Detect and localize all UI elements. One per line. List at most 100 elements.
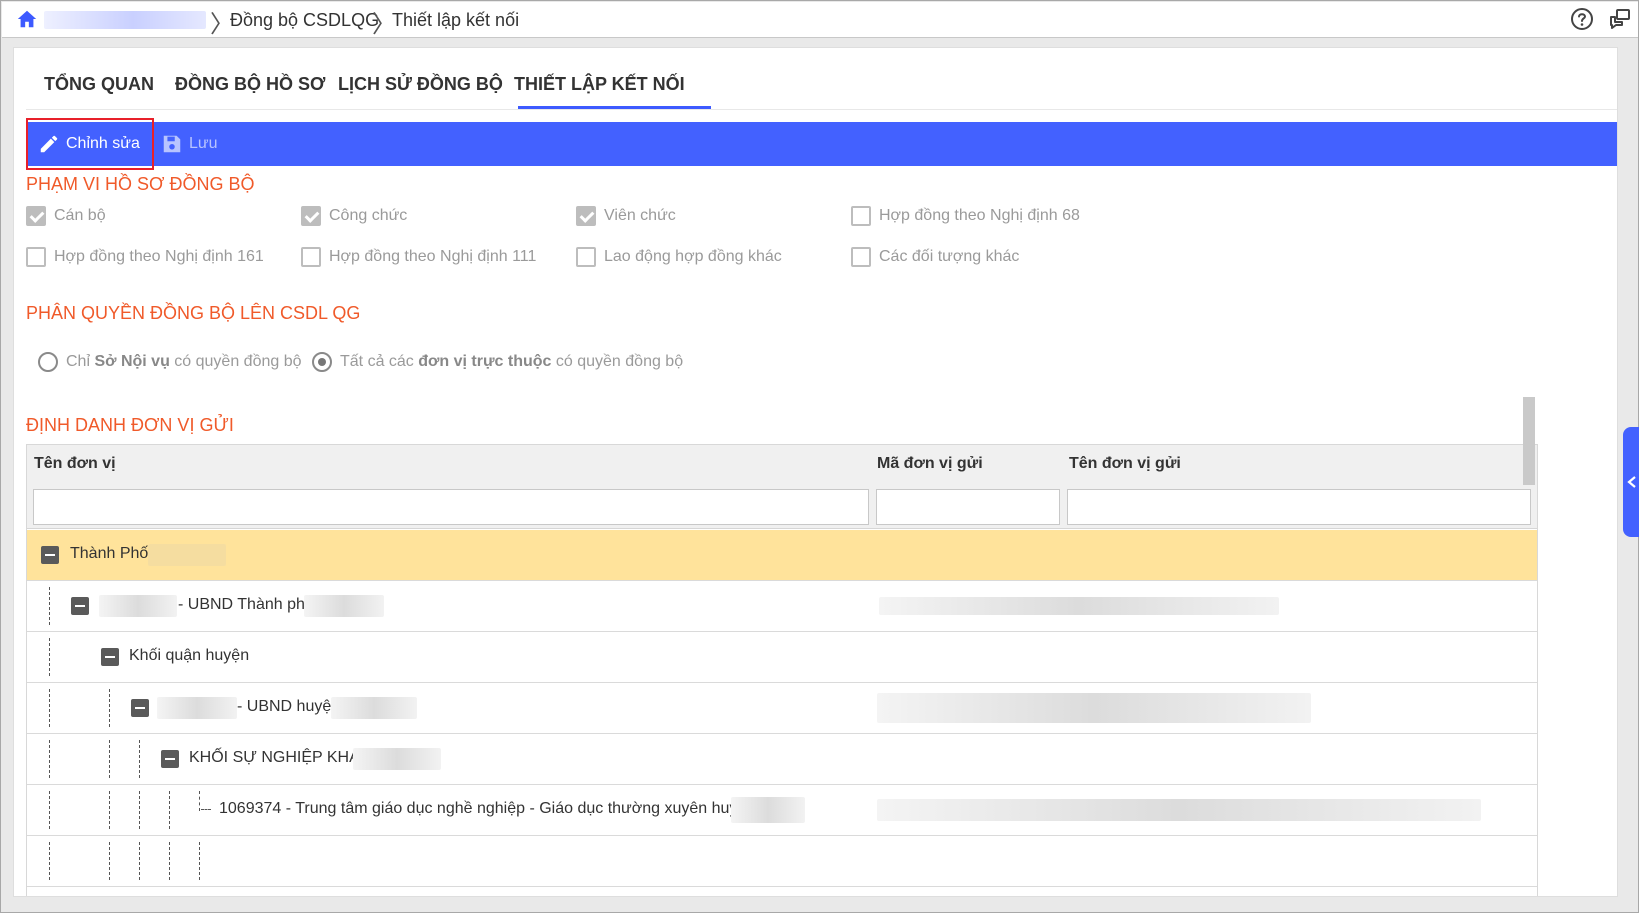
filter-unit-name-input[interactable] [33, 489, 869, 525]
checkbox-ld-hd-khac[interactable]: Lao động hợp đồng khác [576, 247, 782, 267]
column-header-sender-name[interactable]: Tên đơn vị gửi [1069, 455, 1181, 473]
redacted-text [877, 799, 1481, 821]
checkbox-cong-chuc[interactable]: Công chức [301, 206, 407, 226]
checkbox-unchecked-icon [576, 247, 596, 267]
checkbox-label: Công chức [329, 207, 408, 224]
row-label: Thành Phố [70, 545, 149, 562]
tree-guide [139, 842, 140, 880]
collapse-icon[interactable] [101, 648, 119, 666]
checkbox-label: Hợp đồng theo Nghị định 161 [54, 248, 264, 265]
checkbox-label: Các đối tượng khác [879, 248, 1020, 265]
table-row[interactable]: Khối quận huyện [27, 632, 1537, 683]
tree-leaf-connector [201, 809, 211, 810]
collapse-icon[interactable] [131, 699, 149, 717]
breadcrumb-redacted[interactable] [44, 11, 206, 29]
column-header-unit-name[interactable]: Tên đơn vị [34, 455, 116, 473]
radio-don-vi-truc-thuoc[interactable]: Tất cả các đơn vị trực thuộc có quyền đồ… [312, 352, 683, 372]
collapse-icon[interactable] [71, 597, 89, 615]
breadcrumb-item-sync[interactable]: Đồng bộ CSDLQG [230, 10, 379, 31]
permission-section-title: PHÂN QUYỀN ĐỒNG BỘ LÊN CSDL QG [26, 303, 361, 323]
redacted-text [877, 693, 1311, 723]
redacted-text [148, 544, 226, 566]
table-row[interactable]: - UBND huyện [27, 683, 1537, 734]
sender-section-title: ĐỊNH DANH ĐƠN VỊ GỬI [26, 415, 234, 435]
radio-label: Chỉ Sở Nội vụ có quyền đồng bộ [66, 353, 302, 370]
table-header: Tên đơn vị Mã đơn vị gửi Tên đơn vị gửi [27, 445, 1537, 529]
breadcrumb: 〉 Đồng bộ CSDLQG 〉 Thiết lập kết nối [2, 2, 1638, 38]
column-header-sender-code[interactable]: Mã đơn vị gửi [877, 455, 983, 473]
tree-guide [169, 842, 170, 880]
tree-guide [169, 791, 170, 829]
radio-unselected-icon [38, 352, 58, 372]
table-row[interactable]: 1069374 - Trung tâm giáo dục nghề nghiệp… [27, 785, 1537, 836]
tab-sync-history[interactable]: LỊCH SỬ ĐỒNG BỘ [338, 74, 503, 95]
table-scrollbar[interactable] [1523, 397, 1535, 485]
checkbox-hd-nd111[interactable]: Hợp đồng theo Nghị định 111 [301, 247, 536, 267]
tree-guide [49, 842, 50, 880]
filter-sender-code-input[interactable] [876, 489, 1060, 525]
redacted-text [331, 697, 417, 719]
tab-connection-setup[interactable]: THIẾT LẬP KẾT NỐI [514, 74, 685, 95]
sender-tree-table: Tên đơn vị Mã đơn vị gửi Tên đơn vị gửi … [26, 444, 1538, 896]
tree-guide [49, 791, 50, 829]
save-button[interactable]: Lưu [161, 128, 218, 160]
tree-guide [199, 791, 200, 811]
checkbox-can-bo[interactable]: Cán bộ [26, 206, 106, 226]
checkbox-doi-tuong-khac[interactable]: Các đối tượng khác [851, 247, 1019, 267]
row-label: KHỐI SỰ NGHIỆP KHÁC [189, 749, 372, 766]
save-icon [163, 135, 181, 153]
tree-guide [109, 740, 110, 778]
redacted-text [157, 697, 237, 719]
checkbox-label: Hợp đồng theo Nghị định 111 [329, 248, 537, 265]
checkbox-checked-icon [301, 206, 321, 226]
collapse-icon[interactable] [161, 750, 179, 768]
checkbox-label: Lao động hợp đồng khác [604, 248, 782, 265]
filter-sender-name-input[interactable] [1067, 489, 1531, 525]
checkbox-hd-nd161[interactable]: Hợp đồng theo Nghị định 161 [26, 247, 264, 267]
radio-label: Tất cả các đơn vị trực thuộc có quyền đồ… [340, 353, 684, 370]
redacted-text [353, 748, 441, 770]
table-row[interactable]: Thành Phố [27, 530, 1537, 581]
checkbox-label: Hợp đồng theo Nghị định 68 [879, 207, 1080, 224]
side-panel-toggle[interactable] [1623, 427, 1639, 537]
tab-sync-records[interactable]: ĐỒNG BỘ HỒ SƠ [175, 74, 325, 95]
chevron-left-icon [1627, 476, 1636, 488]
toolbar: Chỉnh sửa Lưu [26, 118, 1617, 170]
table-row[interactable] [27, 836, 1537, 887]
checkbox-unchecked-icon [851, 247, 871, 267]
tab-overview[interactable]: TỔNG QUAN [44, 74, 154, 95]
redacted-text [879, 597, 1279, 615]
row-label: - UBND Thành phố [178, 596, 314, 613]
radio-selected-icon [312, 352, 332, 372]
tree-guide [109, 791, 110, 829]
help-icon[interactable] [1569, 6, 1595, 32]
table-row[interactable]: KHỐI SỰ NGHIỆP KHÁC [27, 734, 1537, 785]
pencil-icon [40, 135, 58, 153]
row-label: Khối quận huyện [129, 647, 250, 664]
checkbox-vien-chuc[interactable]: Viên chức [576, 206, 676, 226]
table-row[interactable]: - UBND Thành phố [27, 581, 1537, 632]
tree-guide [139, 740, 140, 778]
radio-so-noi-vu[interactable]: Chỉ Sở Nội vụ có quyền đồng bộ [38, 352, 302, 372]
checkbox-unchecked-icon [301, 247, 321, 267]
checkbox-checked-icon [26, 206, 46, 226]
tree-guide [49, 587, 50, 625]
home-icon[interactable] [16, 8, 38, 30]
main-panel: TỔNG QUAN ĐỒNG BỘ HỒ SƠ LỊCH SỬ ĐỒNG BỘ … [13, 47, 1618, 897]
edit-button[interactable]: Chỉnh sửa [26, 118, 154, 170]
tree-guide [49, 689, 50, 727]
redacted-text [731, 797, 805, 823]
checkbox-unchecked-icon [851, 206, 871, 226]
checkbox-label: Cán bộ [54, 207, 106, 224]
tree-guide [49, 740, 50, 778]
feedback-icon[interactable] [1608, 7, 1632, 31]
edit-button-label: Chỉnh sửa [66, 135, 140, 152]
save-button-label: Lưu [189, 135, 218, 152]
redacted-text [304, 595, 384, 617]
breadcrumb-item-current: Thiết lập kết nối [392, 10, 520, 30]
checkbox-hd-nd68[interactable]: Hợp đồng theo Nghị định 68 [851, 206, 1080, 226]
row-label: - UBND huyện [237, 698, 341, 715]
checkbox-unchecked-icon [26, 247, 46, 267]
collapse-icon[interactable] [41, 546, 59, 564]
app-window: 〉 Đồng bộ CSDLQG 〉 Thiết lập kết nối TỔN… [0, 0, 1639, 913]
